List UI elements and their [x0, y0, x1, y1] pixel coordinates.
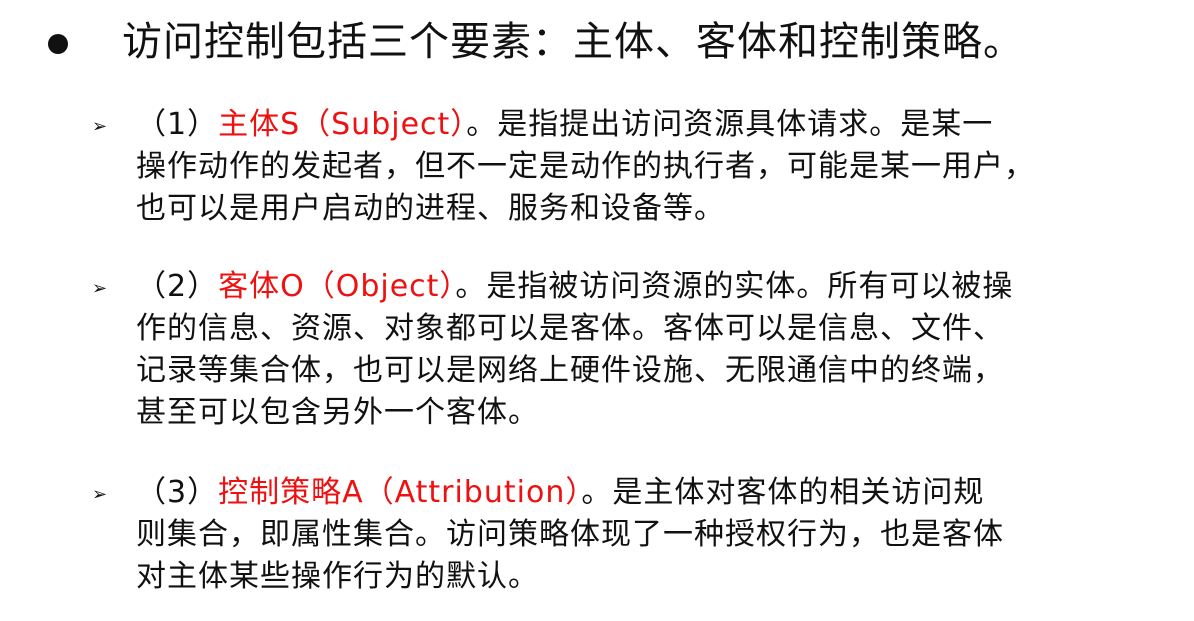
slide: 访问控制包括三个要素：主体、客体和控制策略。 ➢ （1）主体S（Subject）…	[0, 0, 1194, 621]
item-number: （2）	[136, 269, 219, 304]
highlighted-term: 主体S（Subject）	[218, 107, 467, 142]
sub-bullet-line: 也可以是用户启动的进程、服务和设备等。	[136, 191, 725, 226]
sub-bullet-line: 则集合，即属性集合。访问策略体现了一种授权行为，也是客体	[136, 517, 1004, 552]
sub-bullet-line: 记录等集合体，也可以是网络上硬件设施、无限通信中的终端，	[136, 353, 1004, 388]
main-bullet-text: 访问控制包括三个要素：主体、客体和控制策略。	[122, 19, 1024, 65]
sub-bullet-line: （3）控制策略A（Attribution）。是主体对客体的相关访问规	[136, 472, 1146, 514]
item-text: 。是主体对客体的相关访问规	[581, 475, 985, 510]
arrowhead-icon: ➢	[92, 278, 108, 299]
arrowhead-icon: ➢	[92, 116, 108, 137]
item-text: 。是指提出访问资源具体请求。是某一	[466, 107, 994, 142]
sub-bullet-subject: ➢ （1）主体S（Subject）。是指提出访问资源具体请求。是某一 操作动作的…	[92, 104, 1152, 230]
sub-bullet-line: 甚至可以包含另外一个客体。	[136, 395, 539, 430]
sub-bullet-policy: ➢ （3）控制策略A（Attribution）。是主体对客体的相关访问规 则集合…	[92, 472, 1152, 598]
sub-bullet-line: 对主体某些操作行为的默认。	[136, 559, 539, 594]
item-text: 。是指被访问资源的实体。所有可以被操	[455, 269, 1014, 304]
item-number: （1）	[136, 107, 219, 142]
item-number: （3）	[136, 475, 219, 510]
sub-bullet-body: （1）主体S（Subject）。是指提出访问资源具体请求。是某一 操作动作的发起…	[136, 104, 1146, 230]
main-bullet-point: 访问控制包括三个要素：主体、客体和控制策略。	[48, 14, 1024, 70]
highlighted-term: 控制策略A（Attribution）	[218, 475, 582, 510]
sub-bullet-object: ➢ （2）客体O（Object）。是指被访问资源的实体。所有可以被操 作的信息、…	[92, 266, 1152, 434]
highlighted-term: 客体O（Object）	[218, 269, 456, 304]
filled-circle-icon	[48, 34, 68, 54]
sub-bullet-body: （3）控制策略A（Attribution）。是主体对客体的相关访问规 则集合，即…	[136, 472, 1146, 598]
arrowhead-icon: ➢	[92, 484, 108, 505]
sub-bullet-line: （1）主体S（Subject）。是指提出访问资源具体请求。是某一	[136, 104, 1146, 146]
sub-bullet-line: （2）客体O（Object）。是指被访问资源的实体。所有可以被操	[136, 266, 1146, 308]
sub-bullet-line: 操作动作的发起者，但不一定是动作的执行者，可能是某一用户，	[136, 149, 1035, 184]
sub-bullet-line: 作的信息、资源、对象都可以是客体。客体可以是信息、文件、	[136, 311, 1004, 346]
sub-bullet-body: （2）客体O（Object）。是指被访问资源的实体。所有可以被操 作的信息、资源…	[136, 266, 1146, 434]
